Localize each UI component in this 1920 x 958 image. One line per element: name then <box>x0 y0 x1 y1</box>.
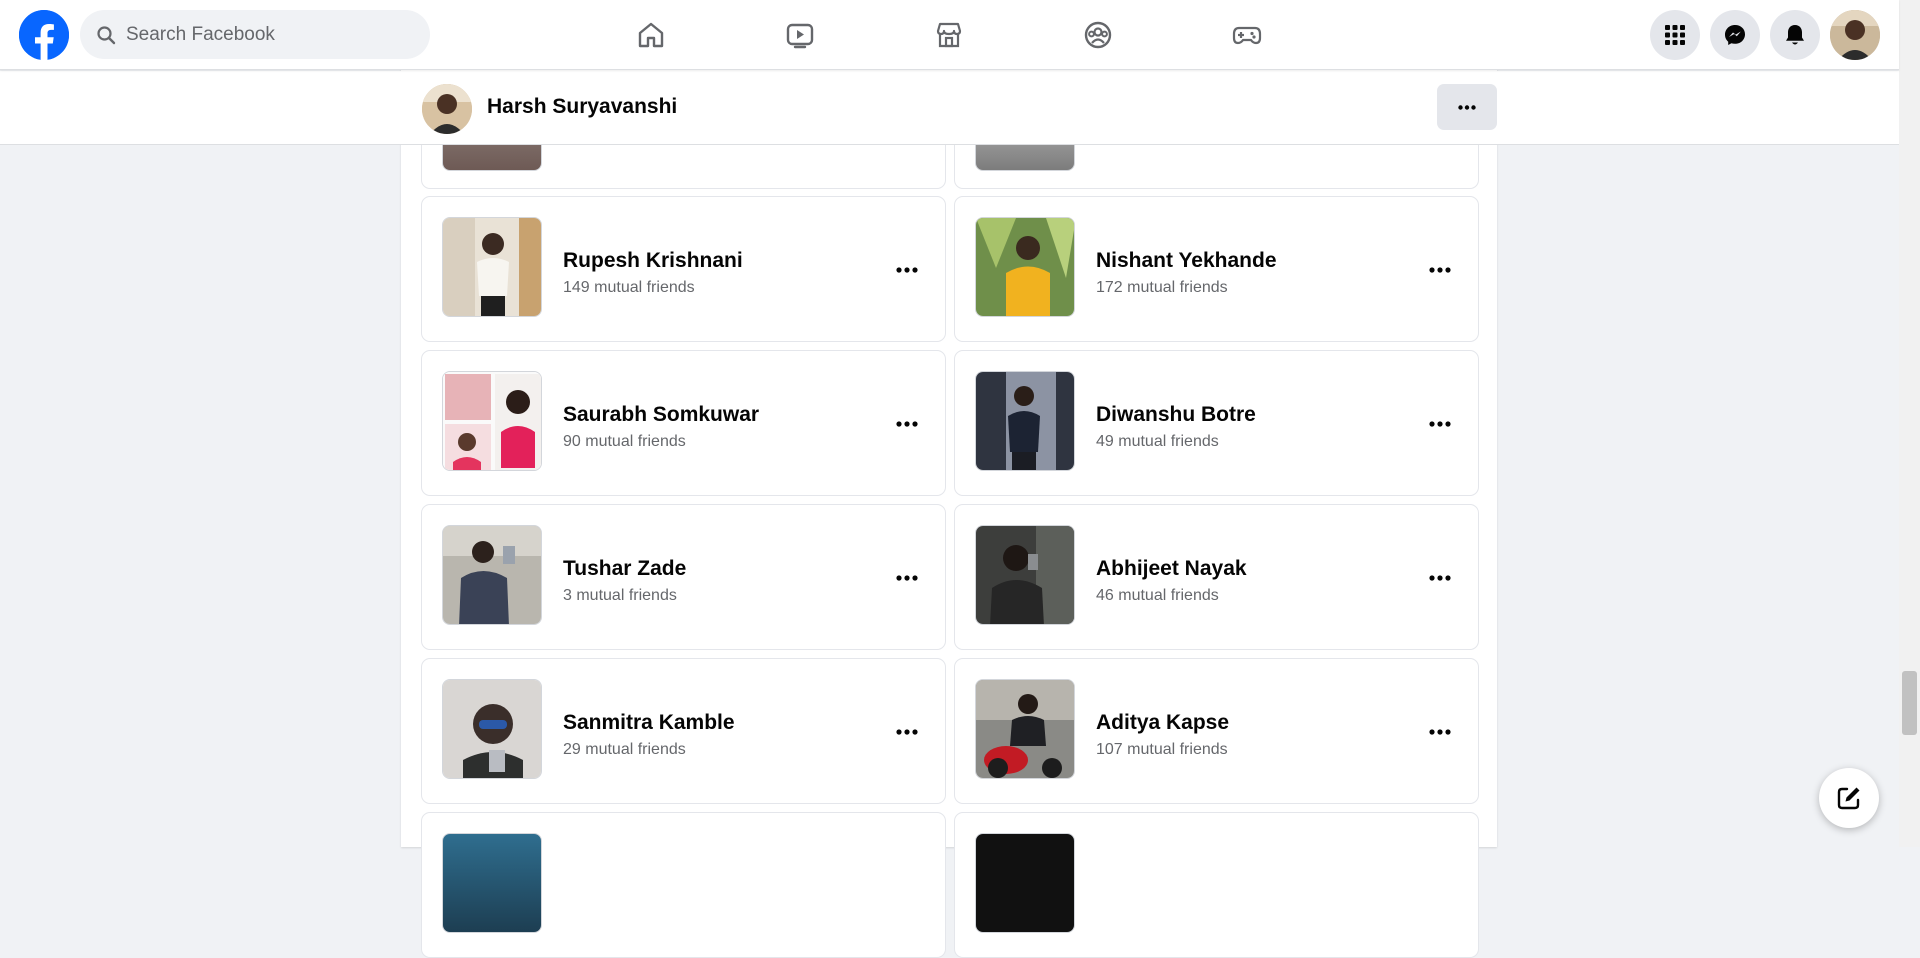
mutual-friends-count[interactable]: 149 mutual friends <box>563 279 695 297</box>
new-message-button[interactable] <box>1819 768 1879 828</box>
friend-card[interactable]: Nishant Yekhande 172 mutual friends <box>954 196 1479 342</box>
friend-photo[interactable] <box>975 371 1075 471</box>
mutual-friends-count[interactable]: 172 mutual friends <box>1096 279 1228 297</box>
more-options-button[interactable] <box>889 252 925 288</box>
friend-photo[interactable] <box>442 833 542 933</box>
menu-grid-icon <box>1665 25 1685 45</box>
more-options-button[interactable] <box>1422 406 1458 442</box>
more-dots-icon <box>1429 421 1451 427</box>
more-options-button[interactable] <box>1422 560 1458 596</box>
profile-sticky-header: Harsh Suryavanshi <box>0 71 1899 145</box>
compose-edit-icon <box>1837 787 1860 810</box>
tab-home[interactable] <box>596 10 706 60</box>
friend-name[interactable]: Saurabh Somkuwar <box>563 403 759 427</box>
search-icon <box>97 25 116 44</box>
marketplace-icon <box>936 22 962 48</box>
more-dots-icon <box>1429 267 1451 273</box>
friend-card-partial[interactable] <box>421 812 946 958</box>
friend-name[interactable]: Abhijeet Nayak <box>1096 557 1247 581</box>
friend-card[interactable]: Abhijeet Nayak 46 mutual friends <box>954 504 1479 650</box>
friend-card[interactable]: Aditya Kapse 107 mutual friends <box>954 658 1479 804</box>
friend-photo[interactable] <box>442 679 542 779</box>
friend-photo[interactable] <box>975 217 1075 317</box>
more-dots-icon <box>1429 575 1451 581</box>
friend-name[interactable]: Aditya Kapse <box>1096 711 1229 735</box>
notifications-bell-icon <box>1786 25 1804 45</box>
tab-groups[interactable] <box>1043 10 1153 60</box>
mutual-friends-count[interactable]: 46 mutual friends <box>1096 587 1219 605</box>
profile-more-button[interactable] <box>1437 84 1497 130</box>
mutual-friends-count[interactable]: 29 mutual friends <box>563 741 686 759</box>
more-dots-icon <box>896 267 918 273</box>
mutual-friends-count[interactable]: 3 mutual friends <box>563 587 677 605</box>
friend-photo[interactable] <box>975 833 1075 933</box>
more-options-button[interactable] <box>889 714 925 750</box>
friend-photo[interactable] <box>442 525 542 625</box>
friend-photo[interactable] <box>442 371 542 471</box>
page-scrollbar[interactable] <box>1899 0 1920 847</box>
friend-name[interactable]: Nishant Yekhande <box>1096 249 1277 273</box>
more-options-button[interactable] <box>1422 714 1458 750</box>
profile-name[interactable]: Harsh Suryavanshi <box>487 95 677 119</box>
more-dots-icon <box>1458 104 1476 110</box>
friend-name[interactable]: Rupesh Krishnani <box>563 249 743 273</box>
scrollbar-thumb[interactable] <box>1902 671 1917 735</box>
more-dots-icon <box>896 729 918 735</box>
home-icon <box>638 22 664 48</box>
groups-icon <box>1084 21 1112 49</box>
watch-video-icon <box>786 23 814 49</box>
more-options-button[interactable] <box>1422 252 1458 288</box>
friend-name[interactable]: Diwanshu Botre <box>1096 403 1256 427</box>
mutual-friends-count[interactable]: 107 mutual friends <box>1096 741 1228 759</box>
messenger-button[interactable] <box>1710 10 1760 60</box>
messenger-icon <box>1725 25 1745 45</box>
friend-card[interactable]: Rupesh Krishnani 149 mutual friends <box>421 196 946 342</box>
facebook-logo-icon[interactable] <box>19 10 69 60</box>
search-input[interactable] <box>126 23 406 46</box>
friend-name[interactable]: Sanmitra Kamble <box>563 711 735 735</box>
tab-watch[interactable] <box>745 10 855 60</box>
tab-gaming[interactable] <box>1192 10 1302 60</box>
friend-card[interactable]: Tushar Zade 3 mutual friends <box>421 504 946 650</box>
mutual-friends-count[interactable]: 49 mutual friends <box>1096 433 1219 451</box>
friend-photo[interactable] <box>442 217 542 317</box>
friend-card-partial[interactable] <box>954 812 1479 958</box>
friend-photo[interactable] <box>975 525 1075 625</box>
more-dots-icon <box>896 575 918 581</box>
friend-card[interactable]: Diwanshu Botre 49 mutual friends <box>954 350 1479 496</box>
friend-card[interactable]: Sanmitra Kamble 29 mutual friends <box>421 658 946 804</box>
more-dots-icon <box>896 421 918 427</box>
search-bar[interactable] <box>80 10 430 59</box>
friend-name[interactable]: Tushar Zade <box>563 557 686 581</box>
notifications-button[interactable] <box>1770 10 1820 60</box>
tab-marketplace[interactable] <box>894 10 1004 60</box>
friend-card[interactable]: Saurabh Somkuwar 90 mutual friends <box>421 350 946 496</box>
gaming-icon <box>1232 26 1262 45</box>
friend-photo[interactable] <box>975 679 1075 779</box>
profile-avatar[interactable] <box>422 84 472 134</box>
menu-button[interactable] <box>1650 10 1700 60</box>
mutual-friends-count[interactable]: 90 mutual friends <box>563 433 686 451</box>
more-options-button[interactable] <box>889 406 925 442</box>
account-avatar[interactable] <box>1830 10 1880 60</box>
more-options-button[interactable] <box>889 560 925 596</box>
more-dots-icon <box>1429 729 1451 735</box>
top-navigation-bar <box>0 0 1899 70</box>
